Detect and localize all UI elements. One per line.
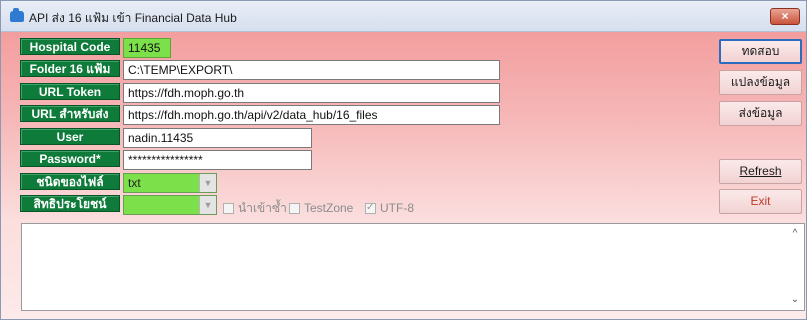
close-button[interactable]: ×: [770, 8, 800, 25]
scroll-down-icon[interactable]: ⌄: [789, 294, 801, 306]
utf8-label: UTF-8: [380, 201, 414, 215]
main-window: API ส่ง 16 แฟ้ม เข้า Financial Data Hub …: [0, 0, 807, 320]
log-textarea[interactable]: ^ ⌄: [21, 223, 805, 311]
url-send-label: URL สำหรับส่ง: [20, 105, 120, 122]
checkbox-icon[interactable]: [223, 203, 234, 214]
password-field[interactable]: ****************: [123, 150, 312, 170]
user-label: User: [20, 128, 120, 145]
title-bar: API ส่ง 16 แฟ้ม เข้า Financial Data Hub …: [1, 1, 806, 32]
chevron-down-icon[interactable]: ▼: [199, 174, 216, 192]
password-label: Password*: [20, 150, 120, 167]
utf8-checkbox[interactable]: UTF-8: [365, 201, 414, 215]
convert-button[interactable]: แปลงข้อมูล: [719, 70, 802, 95]
chevron-down-icon[interactable]: ▼: [199, 196, 216, 214]
file-type-value: txt: [128, 176, 141, 190]
url-token-label: URL Token: [20, 83, 120, 100]
window-title: API ส่ง 16 แฟ้ม เข้า Financial Data Hub: [29, 11, 237, 25]
send-button[interactable]: ส่งข้อมูล: [719, 101, 802, 126]
url-token-field[interactable]: https://fdh.moph.go.th: [123, 83, 500, 103]
folder-field[interactable]: C:\TEMP\EXPORT\: [123, 60, 500, 80]
hospital-code-label: Hospital Code: [20, 38, 120, 55]
app-window-icon: [10, 8, 24, 22]
right-label: สิทธิประโยชน์: [20, 195, 120, 212]
resend-checkbox[interactable]: นำเข้าซ้ำ: [223, 201, 287, 215]
url-send-field[interactable]: https://fdh.moph.go.th/api/v2/data_hub/1…: [123, 105, 500, 125]
file-type-label: ชนิดของไฟล์: [20, 173, 120, 190]
checkbox-icon[interactable]: [289, 203, 300, 214]
testzone-label: TestZone: [304, 201, 354, 215]
user-field[interactable]: nadin.11435: [123, 128, 312, 148]
refresh-button[interactable]: Refresh: [719, 159, 802, 184]
test-button[interactable]: ทดสอบ: [719, 39, 802, 64]
file-type-select[interactable]: txt ▼: [123, 173, 217, 193]
folder-label: Folder 16 แฟ้ม: [20, 60, 120, 77]
resend-label: นำเข้าซ้ำ: [238, 201, 287, 215]
checkbox-checked-icon[interactable]: [365, 201, 376, 215]
exit-button[interactable]: Exit: [719, 189, 802, 214]
hospital-code-field[interactable]: 11435: [123, 38, 171, 58]
testzone-checkbox[interactable]: TestZone: [289, 201, 353, 215]
scroll-up-icon[interactable]: ^: [789, 228, 801, 240]
right-select[interactable]: ▼: [123, 195, 217, 215]
